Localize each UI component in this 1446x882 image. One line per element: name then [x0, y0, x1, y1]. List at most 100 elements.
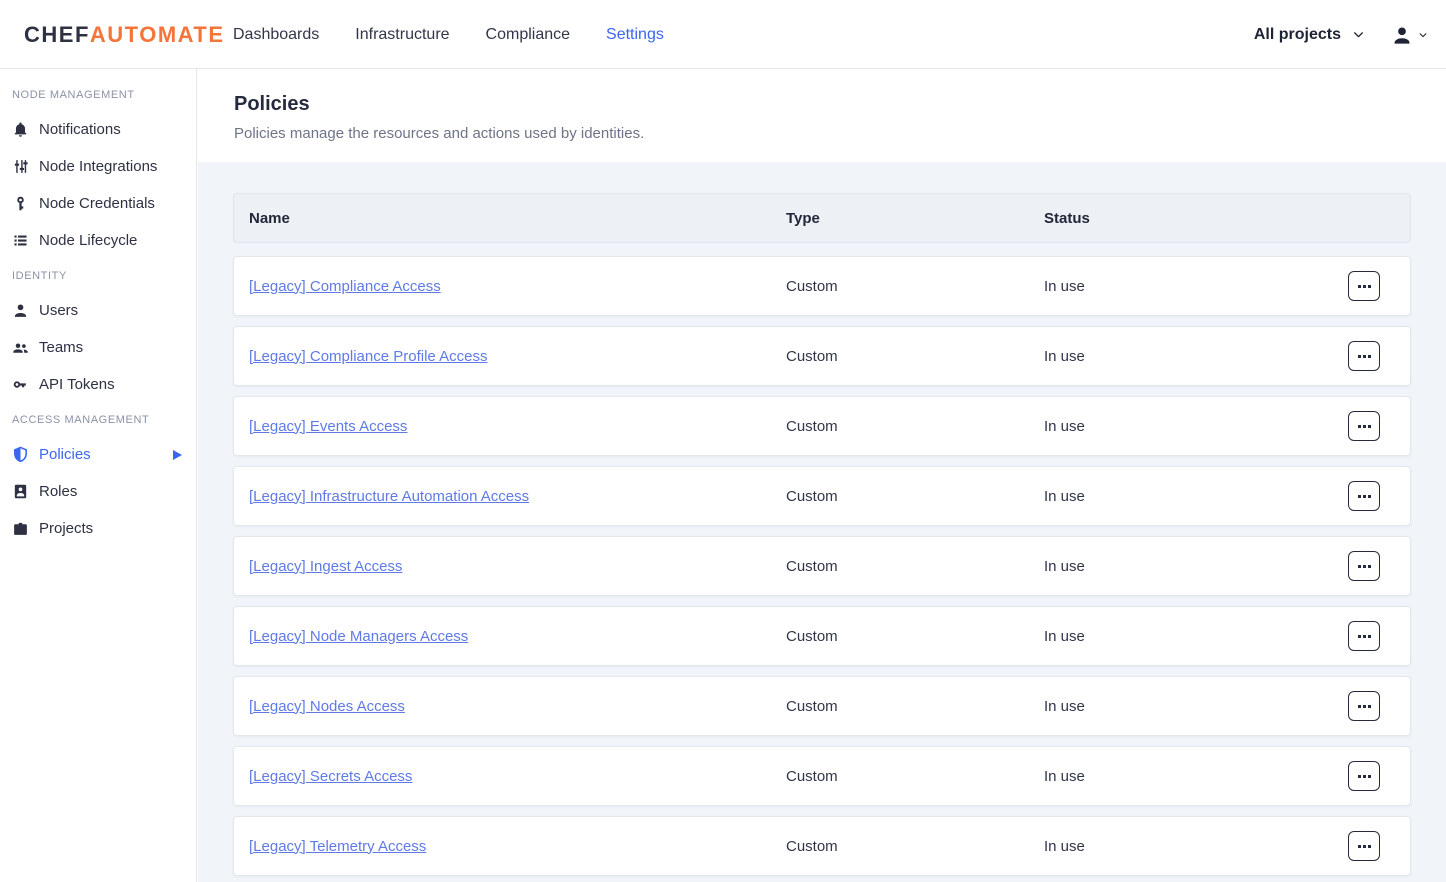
sidebar-item-label: API Tokens — [39, 377, 115, 392]
key-vertical-icon — [12, 195, 29, 212]
table-row: [Legacy] Telemetry Access Custom In use — [233, 816, 1411, 876]
nav-dashboards[interactable]: Dashboards — [233, 26, 319, 44]
row-options-button[interactable] — [1348, 761, 1380, 791]
policy-name-link[interactable]: [Legacy] Infrastructure Automation Acces… — [249, 488, 529, 505]
row-options-button[interactable] — [1348, 551, 1380, 581]
sidebar-item-node-credentials[interactable]: Node Credentials — [0, 185, 196, 222]
row-options-button[interactable] — [1348, 621, 1380, 651]
sidebar-item-label: Users — [39, 303, 78, 318]
policy-type-cell: Custom — [786, 418, 1044, 435]
sidebar-item-teams[interactable]: Teams — [0, 329, 196, 366]
user-menu[interactable] — [1391, 24, 1428, 46]
policy-status-cell: In use — [1044, 768, 1348, 785]
top-bar: CHEFAUTOMATE Dashboards Infrastructure C… — [0, 0, 1446, 69]
projects-filter-label: All projects — [1254, 26, 1341, 44]
page-subtitle: Policies manage the resources and action… — [234, 125, 1410, 142]
logo-automate: AUTOMATE — [90, 22, 225, 48]
policy-status-cell: In use — [1044, 838, 1348, 855]
nav-compliance[interactable]: Compliance — [486, 26, 570, 44]
row-options-button[interactable] — [1348, 341, 1380, 371]
person-icon — [12, 302, 29, 319]
column-header-type: Type — [786, 210, 1044, 227]
policy-name-link[interactable]: [Legacy] Secrets Access — [249, 768, 412, 785]
chevron-down-icon — [1352, 28, 1365, 41]
sliders-icon — [12, 158, 29, 175]
policy-name-link[interactable]: [Legacy] Compliance Access — [249, 278, 441, 295]
policy-name-link[interactable]: [Legacy] Events Access — [249, 418, 407, 435]
policy-name-link[interactable]: [Legacy] Ingest Access — [249, 558, 402, 575]
chef-automate-logo[interactable]: CHEFAUTOMATE — [24, 0, 225, 69]
sidebar-item-label: Roles — [39, 484, 77, 499]
people-icon — [12, 339, 29, 356]
table-body: [Legacy] Compliance Access Custom In use… — [233, 256, 1411, 876]
policy-name-link[interactable]: [Legacy] Nodes Access — [249, 698, 405, 715]
sidebar-item-label: Teams — [39, 340, 83, 355]
policies-table: Name Type Status [Legacy] Compliance Acc… — [233, 193, 1411, 876]
row-options-button[interactable] — [1348, 271, 1380, 301]
sidebar-item-api-tokens[interactable]: API Tokens — [0, 366, 196, 403]
sidebar-item-policies[interactable]: Policies — [0, 436, 196, 473]
policy-status-cell: In use — [1044, 558, 1348, 575]
top-bar-right: All projects — [1254, 0, 1428, 69]
sidebar-item-node-lifecycle[interactable]: Node Lifecycle — [0, 222, 196, 259]
table-header-row: Name Type Status — [233, 193, 1411, 243]
sidebar-section-node-management: NODE MANAGEMENT — [0, 78, 196, 111]
column-header-name: Name — [234, 210, 786, 227]
sidebar-item-roles[interactable]: Roles — [0, 473, 196, 510]
user-avatar-icon — [1391, 24, 1413, 46]
table-row: [Legacy] Secrets Access Custom In use — [233, 746, 1411, 806]
policy-status-cell: In use — [1044, 488, 1348, 505]
badge-icon — [12, 483, 29, 500]
row-options-button[interactable] — [1348, 691, 1380, 721]
projects-filter-dropdown[interactable]: All projects — [1254, 26, 1365, 44]
settings-sidebar: NODE MANAGEMENT Notifications Node Integ… — [0, 69, 197, 882]
sidebar-item-label: Node Integrations — [39, 159, 157, 174]
briefcase-icon — [12, 520, 29, 537]
sidebar-item-label: Node Lifecycle — [39, 233, 137, 248]
sidebar-item-label: Policies — [39, 447, 91, 462]
policy-type-cell: Custom — [786, 838, 1044, 855]
sidebar-item-projects[interactable]: Projects — [0, 510, 196, 547]
table-row: [Legacy] Compliance Access Custom In use — [233, 256, 1411, 316]
row-options-button[interactable] — [1348, 831, 1380, 861]
shield-icon — [12, 446, 29, 463]
policy-name-link[interactable]: [Legacy] Telemetry Access — [249, 838, 426, 855]
policy-name-link[interactable]: [Legacy] Compliance Profile Access — [249, 348, 487, 365]
nav-infrastructure[interactable]: Infrastructure — [355, 26, 449, 44]
policy-type-cell: Custom — [786, 278, 1044, 295]
sidebar-section-identity: IDENTITY — [0, 259, 196, 292]
nav-settings[interactable]: Settings — [606, 26, 664, 44]
table-row: [Legacy] Nodes Access Custom In use — [233, 676, 1411, 736]
row-options-button[interactable] — [1348, 411, 1380, 441]
policy-status-cell: In use — [1044, 348, 1348, 365]
policy-status-cell: In use — [1044, 698, 1348, 715]
table-row: [Legacy] Node Managers Access Custom In … — [233, 606, 1411, 666]
page-title: Policies — [234, 93, 1410, 115]
page-header: Policies Policies manage the resources a… — [198, 69, 1446, 162]
logo-chef: CHEF — [24, 22, 90, 48]
policy-type-cell: Custom — [786, 488, 1044, 505]
row-options-button[interactable] — [1348, 481, 1380, 511]
sidebar-item-notifications[interactable]: Notifications — [0, 111, 196, 148]
top-navigation: Dashboards Infrastructure Compliance Set… — [233, 0, 664, 69]
expand-arrow-icon[interactable] — [173, 450, 182, 460]
key-icon — [12, 376, 29, 393]
sidebar-item-node-integrations[interactable]: Node Integrations — [0, 148, 196, 185]
sidebar-item-label: Projects — [39, 521, 93, 536]
policy-status-cell: In use — [1044, 278, 1348, 295]
policy-name-link[interactable]: [Legacy] Node Managers Access — [249, 628, 468, 645]
policy-type-cell: Custom — [786, 348, 1044, 365]
column-header-status: Status — [1044, 210, 1348, 227]
table-row: [Legacy] Events Access Custom In use — [233, 396, 1411, 456]
sidebar-item-label: Notifications — [39, 122, 121, 137]
table-row: [Legacy] Compliance Profile Access Custo… — [233, 326, 1411, 386]
policy-type-cell: Custom — [786, 628, 1044, 645]
sidebar-section-access-management: ACCESS MANAGEMENT — [0, 403, 196, 436]
policy-status-cell: In use — [1044, 628, 1348, 645]
policy-type-cell: Custom — [786, 698, 1044, 715]
table-row: [Legacy] Infrastructure Automation Acces… — [233, 466, 1411, 526]
sidebar-item-users[interactable]: Users — [0, 292, 196, 329]
main-content: Policies Policies manage the resources a… — [198, 69, 1446, 882]
table-row: [Legacy] Ingest Access Custom In use — [233, 536, 1411, 596]
sidebar-item-label: Node Credentials — [39, 196, 155, 211]
